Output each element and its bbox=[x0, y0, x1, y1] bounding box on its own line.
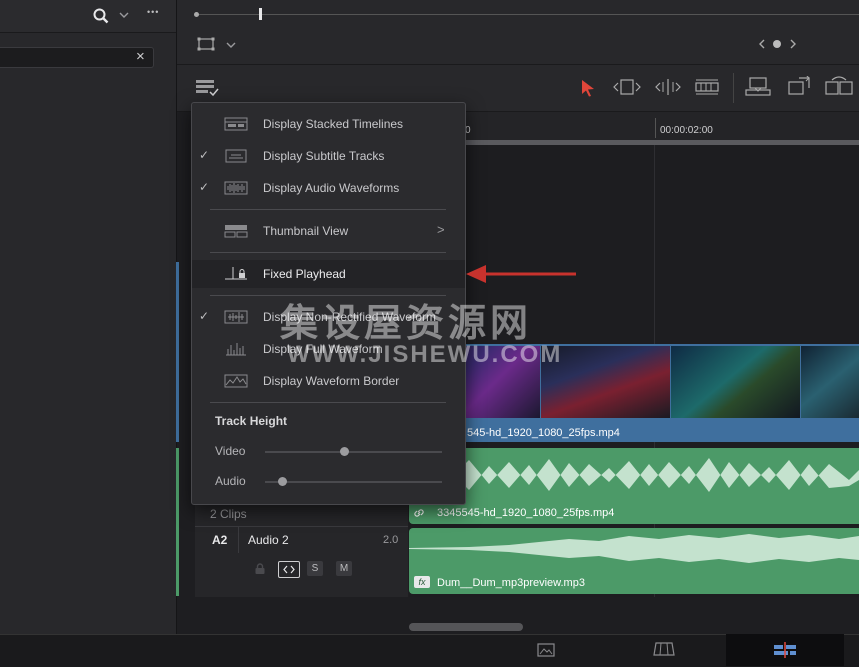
track-id-divider bbox=[238, 527, 239, 553]
menu-item-label: Display Waveform Border bbox=[263, 374, 400, 388]
thumbnail-view-icon bbox=[224, 223, 248, 239]
audio-waveform-icon bbox=[224, 180, 248, 196]
watermark-url: WWW.JISHEWU.COM bbox=[287, 341, 563, 368]
stacked-timelines-icon bbox=[224, 116, 248, 132]
zoom-slider-track[interactable] bbox=[197, 14, 859, 15]
clip-thumbnail bbox=[801, 346, 859, 418]
media-panel-header: ••• bbox=[0, 0, 176, 33]
blade-edit-icon[interactable] bbox=[695, 79, 719, 95]
menu-item-label: Display Stacked Timelines bbox=[263, 117, 404, 131]
timeline-view-options-icon[interactable] bbox=[195, 79, 219, 97]
audio-clip-name: Dum__Dum_mp3preview.mp3 bbox=[437, 577, 585, 589]
trim-edit-icon[interactable] bbox=[613, 78, 641, 96]
close-icon[interactable]: × bbox=[136, 48, 145, 65]
search-input[interactable]: × bbox=[0, 47, 154, 68]
fixed-playhead-icon bbox=[224, 266, 248, 282]
zoom-slider-start bbox=[194, 12, 199, 17]
audio-track-color-bar bbox=[176, 448, 179, 596]
audio-waveform bbox=[409, 534, 859, 563]
menu-item-display-stacked-timelines[interactable]: Display Stacked Timelines bbox=[192, 110, 465, 138]
waveform-border-icon bbox=[224, 373, 248, 389]
track-height-title: Track Height bbox=[215, 414, 288, 428]
cut-page-icon[interactable] bbox=[652, 642, 676, 656]
audio-height-label: Audio bbox=[215, 474, 246, 488]
track-volume[interactable]: 2.0 bbox=[383, 534, 398, 546]
playhead-dot-icon[interactable] bbox=[773, 40, 781, 48]
audio-clip-name: 3345545-hd_1920_1080_25fps.mp4 bbox=[437, 507, 615, 519]
overwrite-clip-icon[interactable] bbox=[787, 76, 811, 98]
menu-item-display-audio-waveforms[interactable]: ✓ Display Audio Waveforms bbox=[192, 174, 465, 202]
ellipsis-icon[interactable]: ••• bbox=[147, 7, 159, 17]
video-height-slider[interactable] bbox=[265, 451, 442, 453]
audio-height-slider-knob[interactable] bbox=[278, 477, 288, 486]
checkmark-icon: ✓ bbox=[199, 148, 210, 162]
chevron-down-icon[interactable] bbox=[119, 11, 129, 19]
insert-clip-icon[interactable] bbox=[745, 76, 771, 98]
search-icon[interactable] bbox=[93, 8, 109, 24]
audio-height-slider[interactable] bbox=[265, 481, 442, 483]
solo-button[interactable]: S bbox=[307, 561, 323, 576]
lock-icon[interactable] bbox=[254, 563, 266, 575]
ruler-timecode: 00:00:02:00 bbox=[660, 125, 713, 136]
dynamic-trim-icon[interactable] bbox=[654, 78, 682, 96]
transform-icon[interactable] bbox=[197, 37, 215, 51]
viewer-controls-bar bbox=[177, 0, 859, 65]
menu-item-display-waveform-border[interactable]: Display Waveform Border bbox=[192, 367, 465, 395]
menu-separator bbox=[210, 402, 446, 403]
menu-item-label: Fixed Playhead bbox=[263, 267, 346, 281]
chevron-right-icon[interactable] bbox=[789, 39, 797, 49]
clip-thumbnail bbox=[671, 346, 800, 418]
full-waveform-icon bbox=[224, 341, 248, 357]
menu-item-fixed-playhead[interactable]: Fixed Playhead bbox=[192, 260, 465, 288]
chevron-left-icon[interactable] bbox=[758, 39, 766, 49]
track-name[interactable]: Audio 2 bbox=[248, 533, 289, 547]
menu-item-label: Display Subtitle Tracks bbox=[263, 149, 385, 163]
video-height-slider-knob[interactable] bbox=[340, 447, 350, 456]
pointer-arrow bbox=[466, 265, 576, 283]
video-height-label: Video bbox=[215, 444, 246, 458]
zoom-slider-handle[interactable] bbox=[259, 8, 262, 20]
checkmark-icon: ✓ bbox=[199, 180, 210, 194]
media-panel bbox=[0, 0, 176, 634]
ruler-tick bbox=[655, 118, 656, 138]
horizontal-scrollbar[interactable] bbox=[409, 623, 523, 631]
menu-item-label: Thumbnail View bbox=[263, 224, 349, 238]
menu-item-thumbnail-view[interactable]: Thumbnail View > bbox=[192, 217, 465, 245]
video-track-color-bar bbox=[176, 262, 179, 442]
video-clip-name: 545-hd_1920_1080_25fps.mp4 bbox=[467, 427, 620, 439]
replace-clip-icon[interactable] bbox=[824, 76, 856, 98]
mute-button[interactable]: M bbox=[336, 561, 352, 576]
subtitle-tracks-icon bbox=[224, 148, 248, 164]
auto-track-select-icon[interactable] bbox=[278, 561, 300, 578]
non-rectified-waveform-icon bbox=[224, 309, 248, 325]
edit-page-icon[interactable] bbox=[773, 642, 797, 658]
watermark: 集设屋资源网 bbox=[280, 303, 533, 345]
toolbar-divider bbox=[733, 73, 734, 103]
track-id: A2 bbox=[212, 533, 228, 547]
clip-count: 2 Clips bbox=[210, 507, 247, 521]
link-icon bbox=[413, 507, 425, 519]
media-page-icon[interactable] bbox=[537, 643, 555, 657]
audio-waveform bbox=[409, 458, 859, 492]
timeline-ruler[interactable]: 0 00:00:02:00 bbox=[409, 112, 859, 140]
chevron-down-icon[interactable] bbox=[226, 41, 236, 49]
checkmark-icon: ✓ bbox=[199, 309, 210, 323]
menu-item-label: Display Audio Waveforms bbox=[263, 181, 400, 195]
menu-separator bbox=[210, 252, 446, 253]
menu-item-display-subtitle-tracks[interactable]: ✓ Display Subtitle Tracks bbox=[192, 142, 465, 170]
selection-pointer-icon[interactable] bbox=[581, 79, 595, 97]
chevron-right-icon: > bbox=[437, 222, 445, 237]
fx-badge: fx bbox=[414, 576, 430, 588]
menu-separator bbox=[210, 209, 446, 210]
track-separator bbox=[195, 526, 408, 527]
